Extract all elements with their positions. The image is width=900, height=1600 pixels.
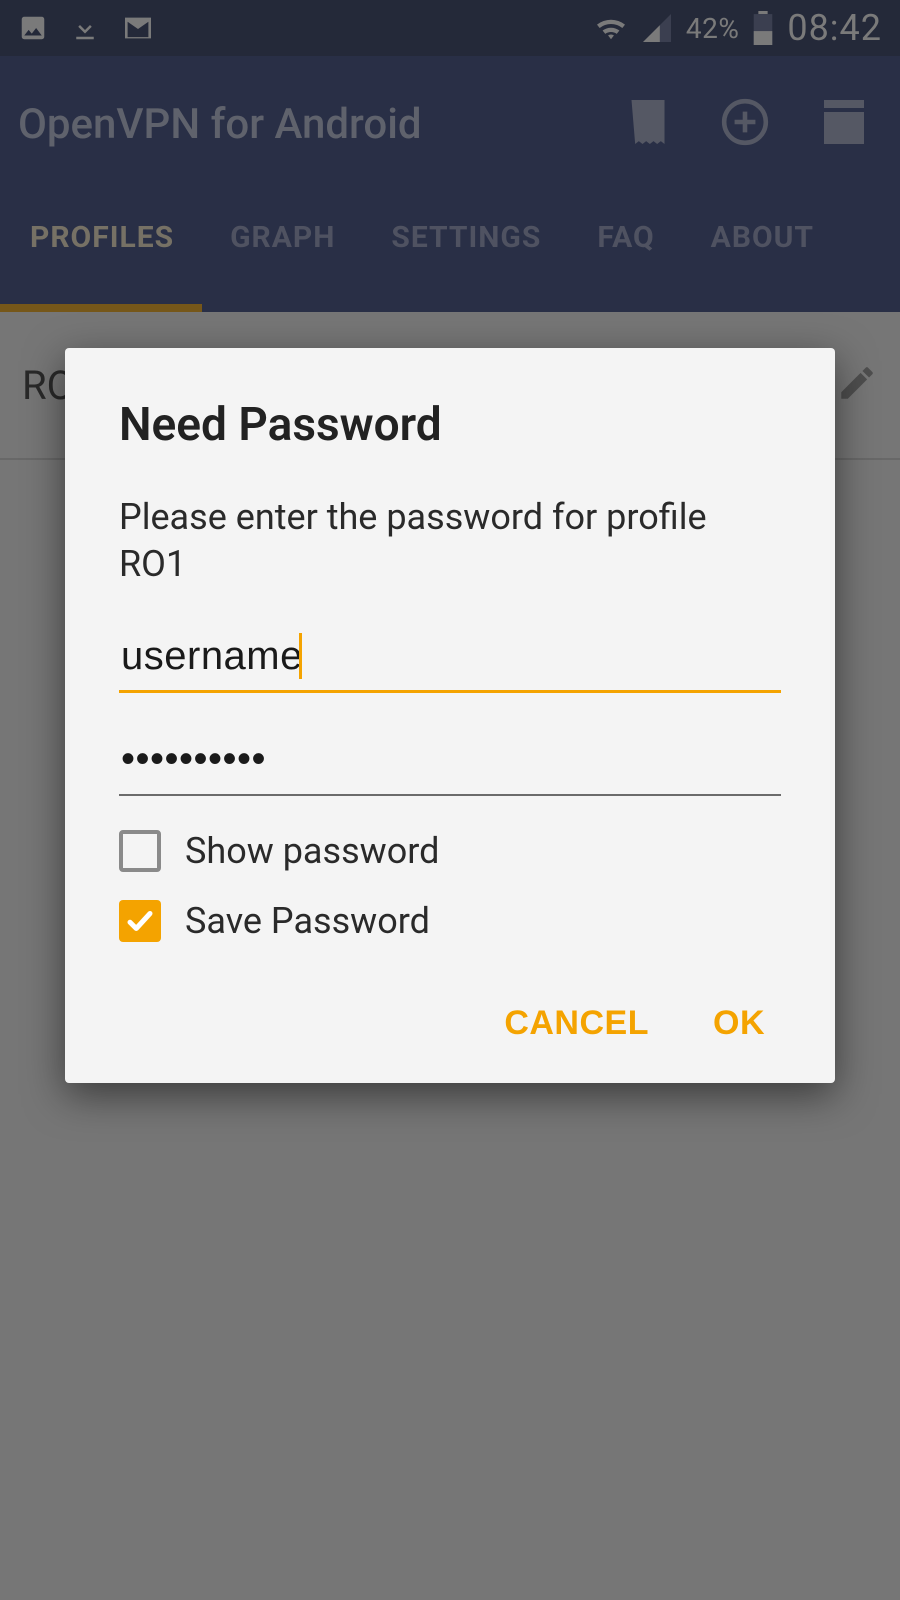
password-field-wrapper xyxy=(119,727,781,796)
tab-about[interactable]: ABOUT xyxy=(683,192,822,312)
username-field-wrapper xyxy=(119,624,781,693)
image-icon xyxy=(18,13,48,43)
tab-label: PROFILES xyxy=(30,220,174,255)
tab-graph[interactable]: GRAPH xyxy=(202,192,363,312)
tab-settings[interactable]: SETTINGS xyxy=(363,192,569,312)
text-caret xyxy=(299,633,302,679)
cancel-button[interactable]: CANCEL xyxy=(504,1004,649,1043)
tab-label: GRAPH xyxy=(230,220,335,255)
edit-icon[interactable] xyxy=(836,362,878,408)
checkbox-checked-icon[interactable] xyxy=(119,900,161,942)
battery-icon xyxy=(753,11,773,45)
status-bar: 42% 08:42 xyxy=(0,0,900,56)
battery-percentage: 42% xyxy=(686,12,739,45)
app-bar: OpenVPN for Android xyxy=(0,56,900,192)
mail-icon xyxy=(122,15,154,41)
download-icon xyxy=(70,13,100,43)
tab-label: FAQ xyxy=(597,220,654,255)
app-title: OpenVPN for Android xyxy=(18,100,626,149)
save-password-label: Save Password xyxy=(185,900,430,942)
field-underline xyxy=(119,794,781,796)
show-password-row[interactable]: Show password xyxy=(119,830,781,872)
show-password-label: Show password xyxy=(185,830,439,872)
username-field[interactable] xyxy=(119,624,781,693)
password-field[interactable] xyxy=(119,727,781,796)
tab-label: ABOUT xyxy=(711,220,814,255)
tab-profiles[interactable]: PROFILES xyxy=(0,192,202,312)
tab-faq[interactable]: FAQ xyxy=(569,192,682,312)
tab-label: SETTINGS xyxy=(391,220,541,255)
import-icon[interactable] xyxy=(820,100,868,148)
cellular-signal-icon xyxy=(642,14,672,42)
tab-bar: PROFILES GRAPH SETTINGS FAQ ABOUT xyxy=(0,192,900,312)
ok-button[interactable]: OK xyxy=(713,1004,765,1043)
field-underline xyxy=(119,690,781,693)
log-icon[interactable] xyxy=(626,96,670,152)
wifi-icon xyxy=(594,14,628,42)
dialog-title: Need Password xyxy=(119,398,781,452)
checkbox-unchecked-icon[interactable] xyxy=(119,830,161,872)
dialog-message: Please enter the password for profile RO… xyxy=(119,494,781,588)
password-dialog: Need Password Please enter the password … xyxy=(65,348,835,1083)
save-password-row[interactable]: Save Password xyxy=(119,900,781,942)
add-icon[interactable] xyxy=(720,97,770,151)
dialog-actions: CANCEL OK xyxy=(119,970,781,1053)
clock: 08:42 xyxy=(787,7,882,49)
